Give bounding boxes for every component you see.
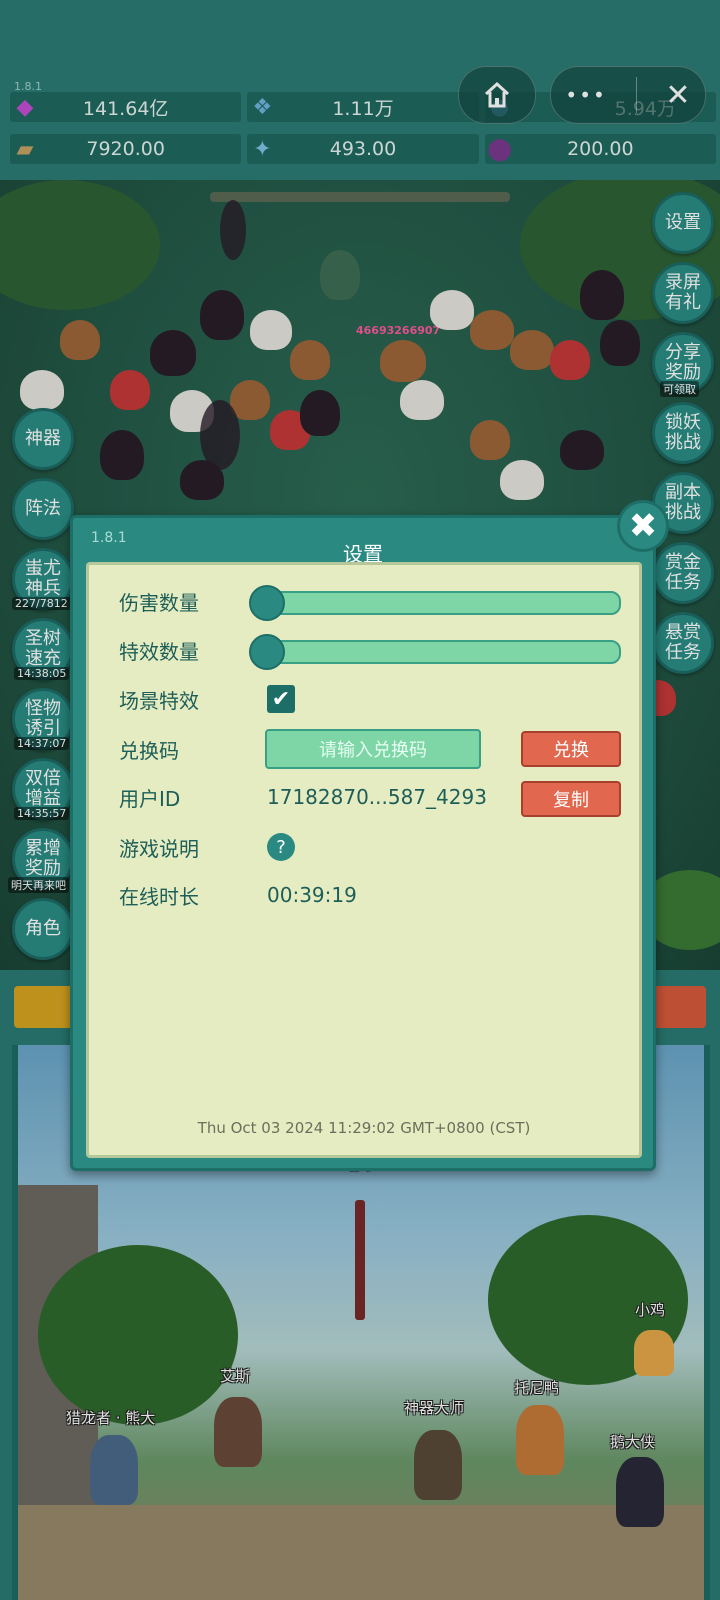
scene-effect-checkbox[interactable]: ✔	[267, 685, 295, 713]
row-game-info: 游戏说明	[119, 831, 249, 863]
copy-button[interactable]: 复制	[521, 781, 621, 817]
game-info-label: 游戏说明	[119, 836, 199, 861]
redeem-code-input[interactable]: 请输入兑换码	[265, 729, 481, 769]
row-damage-count: 伤害数量	[119, 585, 249, 617]
settings-modal: 1.8.1 设置 ✖ 伤害数量 特效数量 场景特效 ✔ 兑换码 请输入兑换码 兑…	[70, 500, 669, 1171]
effect-count-slider[interactable]	[249, 634, 621, 670]
damage-count-slider[interactable]	[249, 585, 621, 621]
user-id-value: 17182870...587_4293	[267, 785, 487, 809]
online-time-label: 在线时长	[119, 884, 199, 909]
redeem-label: 兑换码	[119, 738, 179, 763]
user-id-label: 用户ID	[119, 786, 181, 811]
row-scene-effect: 场景特效	[119, 683, 249, 715]
help-icon[interactable]: ?	[267, 833, 295, 861]
settings-panel: 伤害数量 特效数量 场景特效 ✔ 兑换码 请输入兑换码 兑换 用户ID 1718…	[86, 562, 642, 1158]
row-effect-count: 特效数量	[119, 634, 249, 666]
timestamp: Thu Oct 03 2024 11:29:02 GMT+0800 (CST)	[197, 1119, 531, 1137]
slider-knob[interactable]	[249, 634, 285, 670]
slider-knob[interactable]	[249, 585, 285, 621]
scene-effect-label: 场景特效	[119, 688, 199, 713]
redeem-button[interactable]: 兑换	[521, 731, 621, 767]
online-time-value: 00:39:19	[267, 883, 357, 907]
close-icon[interactable]: ✖	[617, 500, 669, 552]
damage-count-label: 伤害数量	[119, 590, 199, 615]
row-user-id: 用户ID	[119, 781, 249, 813]
row-online-time: 在线时长	[119, 879, 249, 911]
effect-count-label: 特效数量	[119, 639, 199, 664]
row-redeem: 兑换码	[119, 733, 249, 765]
